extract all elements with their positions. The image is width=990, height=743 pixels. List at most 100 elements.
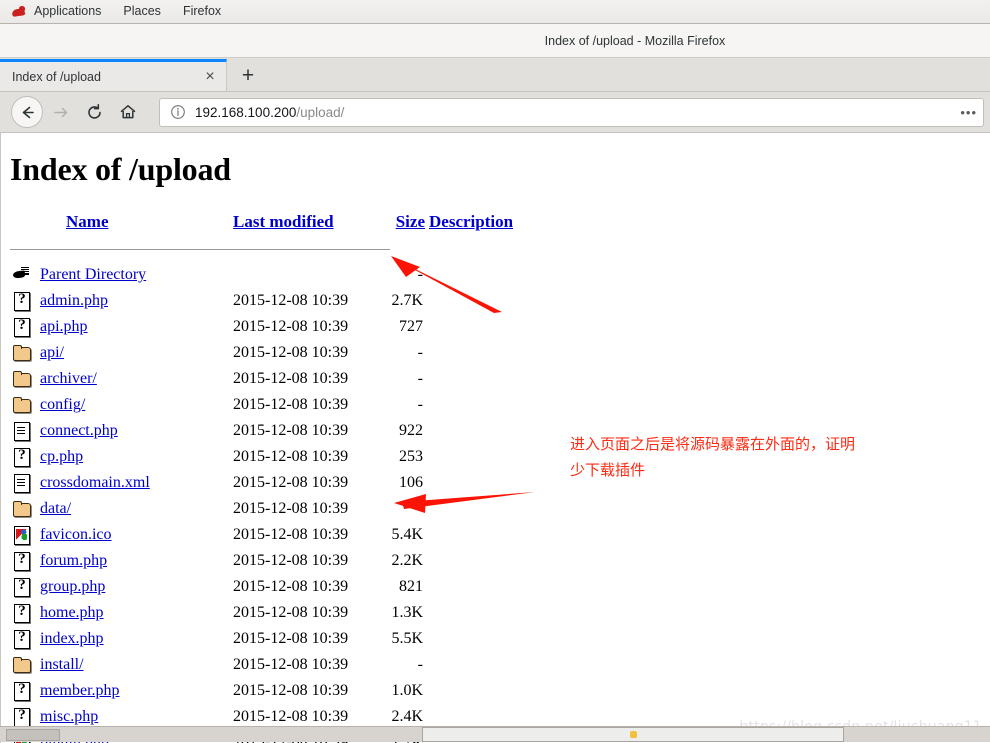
row-size-cell: - — [417, 266, 423, 283]
file-link[interactable]: crossdomain.xml — [40, 474, 150, 491]
row-icon-cell — [10, 366, 40, 392]
row-modified-cell: 2015-12-08 10:39 — [233, 292, 349, 309]
table-header-divider — [10, 236, 513, 262]
file-link[interactable]: member.php — [40, 682, 120, 699]
url-input[interactable]: 192.168.100.200/upload/ — [195, 105, 960, 120]
table-row: config/2015-12-08 10:39 - — [10, 392, 513, 418]
row-name-cell: api/ — [40, 340, 224, 366]
row-icon-cell — [10, 652, 40, 678]
row-name-cell: api.php — [40, 314, 224, 340]
row-size-cell: 821 — [399, 578, 423, 595]
column-header-name[interactable]: Name — [40, 212, 224, 236]
row-icon-cell — [10, 392, 40, 418]
file-link[interactable]: cp.php — [40, 448, 83, 465]
table-row: cp.php 2015-12-08 10:39 253 — [10, 444, 513, 470]
row-description-cell — [425, 392, 513, 418]
reload-icon[interactable] — [77, 95, 111, 129]
table-row: index.php 2015-12-08 10:39 5.5K — [10, 626, 513, 652]
file-link[interactable]: archiver/ — [40, 370, 97, 387]
table-row: install/2015-12-08 10:39 - — [10, 652, 513, 678]
file-link[interactable]: install/ — [40, 656, 84, 673]
row-modified-cell: 2015-12-08 10:39 — [233, 656, 349, 673]
tab-strip: Index of /upload × + — [0, 58, 990, 92]
row-description-cell — [425, 262, 513, 288]
tab-index-of-upload[interactable]: Index of /upload × — [0, 59, 227, 91]
row-name-cell: member.php — [40, 678, 224, 704]
row-size-cell: 922 — [399, 422, 423, 439]
workspace-switcher[interactable] — [6, 728, 60, 741]
window-titlebar: Index of /upload - Mozilla Firefox — [0, 24, 990, 58]
close-icon[interactable]: × — [200, 67, 220, 87]
taskbar-window-button[interactable] — [422, 727, 844, 742]
doc-file-icon — [12, 420, 32, 442]
back-arrow-icon[interactable] — [11, 96, 43, 128]
row-modified-cell: 2015-12-08 10:39 — [233, 526, 349, 543]
row-icon-cell — [10, 600, 40, 626]
table-row: forum.php 2015-12-08 10:39 2.2K — [10, 548, 513, 574]
applications-menu[interactable]: Applications — [0, 0, 112, 23]
column-header-last-modified[interactable]: Last modified — [224, 212, 385, 236]
row-description-cell — [425, 678, 513, 704]
row-size-cell: 5.5K — [391, 630, 423, 647]
row-description-cell — [425, 314, 513, 340]
row-size-cell: - — [417, 370, 423, 387]
row-modified-cell: 2015-12-08 10:39 — [233, 344, 349, 361]
row-name-cell: connect.php — [40, 418, 224, 444]
row-size-cell: 1.3K — [391, 604, 423, 621]
row-modified-cell: 2015-12-08 10:39 — [233, 422, 349, 439]
row-icon-cell — [10, 548, 40, 574]
url-bar[interactable]: 192.168.100.200/upload/ ••• — [159, 97, 984, 127]
plus-icon[interactable]: + — [227, 59, 269, 91]
row-modified-cell: 2015-12-08 10:39 — [233, 604, 349, 621]
file-link[interactable]: index.php — [40, 630, 104, 647]
row-size-cell: - — [417, 344, 423, 361]
firefox-menu[interactable]: Firefox — [172, 0, 232, 23]
row-size-cell: - — [417, 500, 423, 517]
row-description-cell — [425, 548, 513, 574]
file-link[interactable]: Parent Directory — [40, 266, 146, 283]
row-icon-cell — [10, 444, 40, 470]
file-link[interactable]: config/ — [40, 396, 85, 413]
window-title: Index of /upload - Mozilla Firefox — [544, 33, 726, 48]
row-modified-cell: 2015-12-08 10:39 — [233, 370, 349, 387]
row-icon-cell — [10, 314, 40, 340]
row-size-cell: 106 — [399, 474, 423, 491]
file-link[interactable]: home.php — [40, 604, 104, 621]
unknown-file-icon — [12, 706, 32, 728]
file-link[interactable]: connect.php — [40, 422, 118, 439]
table-row: favicon.ico 2015-12-08 10:39 5.4K — [10, 522, 513, 548]
info-circle-icon[interactable] — [170, 104, 186, 120]
desktop-top-panel: Applications Places Firefox — [0, 0, 990, 24]
folder-file-icon — [12, 368, 32, 390]
row-modified-cell — [224, 262, 385, 288]
file-link[interactable]: api.php — [40, 318, 88, 335]
places-menu[interactable]: Places — [112, 0, 172, 23]
unknown-file-icon — [12, 602, 32, 624]
page-actions-icon[interactable]: ••• — [960, 105, 979, 120]
file-link[interactable]: group.php — [40, 578, 105, 595]
row-size-cell: 1.0K — [391, 682, 423, 699]
forward-arrow-icon[interactable] — [43, 95, 77, 129]
navigation-toolbar: 192.168.100.200/upload/ ••• — [0, 92, 990, 133]
column-header-size[interactable]: Size — [385, 212, 425, 236]
file-link[interactable]: misc.php — [40, 708, 98, 725]
file-link[interactable]: api/ — [40, 344, 64, 361]
row-description-cell — [425, 444, 513, 470]
file-link[interactable]: forum.php — [40, 552, 107, 569]
row-size-cell: 2.2K — [391, 552, 423, 569]
file-link[interactable]: admin.php — [40, 292, 108, 309]
row-icon-cell — [10, 496, 40, 522]
file-link[interactable]: favicon.ico — [40, 526, 112, 543]
row-icon-cell — [10, 678, 40, 704]
row-description-cell — [425, 574, 513, 600]
row-name-cell: favicon.ico — [40, 522, 224, 548]
row-description-cell — [425, 340, 513, 366]
row-icon-cell — [10, 262, 40, 288]
table-row: archiver/2015-12-08 10:39 - — [10, 366, 513, 392]
home-icon[interactable] — [111, 95, 145, 129]
row-name-cell: config/ — [40, 392, 224, 418]
row-name-cell: install/ — [40, 652, 224, 678]
file-link[interactable]: data/ — [40, 500, 71, 517]
column-header-description[interactable]: Description — [425, 212, 513, 236]
row-description-cell — [425, 522, 513, 548]
